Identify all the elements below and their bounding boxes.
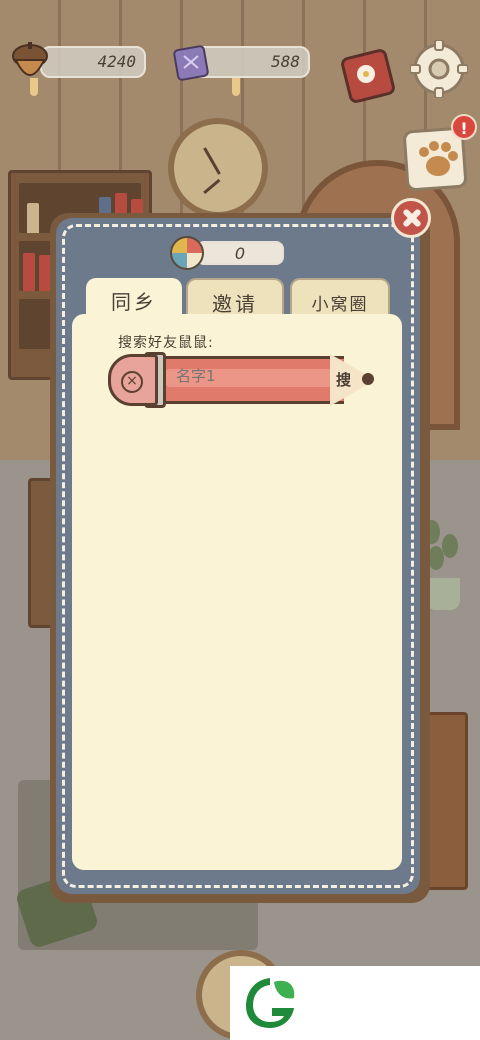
close-icon[interactable] — [391, 198, 431, 238]
tab-label: 小窝圈 — [311, 295, 369, 315]
tab-label: 同乡 — [111, 290, 157, 314]
pencil-lead — [362, 373, 374, 385]
clear-icon: × — [121, 371, 143, 393]
leaf-logo-icon — [246, 978, 295, 1028]
hanging-lamp — [30, 78, 38, 96]
clear-button[interactable]: × — [108, 354, 158, 406]
alert-badge: ! — [451, 114, 477, 140]
search-button[interactable]: 搜 — [336, 369, 351, 390]
gem-icon — [173, 45, 209, 81]
game-scene: 4240 588 ! 0 同乡 邀请 小窝圈 搜索好友鼠鼠: 名字1 搜 × — [0, 0, 480, 1040]
acorn-counter: 4240 — [40, 46, 146, 78]
leaf — [428, 546, 444, 570]
tab-hometown[interactable]: 同乡 — [86, 278, 182, 322]
plant-pot — [426, 578, 460, 610]
search-label: 搜索好友鼠鼠: — [118, 335, 214, 351]
hanging-lamp — [232, 78, 240, 96]
ball-count: 0 — [234, 244, 246, 263]
book-icon[interactable] — [340, 46, 398, 104]
wall-clock — [168, 118, 268, 218]
leaf — [442, 534, 458, 558]
clock-hand — [203, 178, 221, 195]
watermark — [230, 966, 480, 1040]
clock-hand — [203, 147, 221, 175]
search-input[interactable] — [176, 367, 326, 385]
pencil-body — [164, 356, 344, 404]
gear-icon[interactable] — [410, 40, 468, 98]
book — [23, 253, 35, 291]
book — [27, 203, 39, 233]
tab-label: 邀请 — [212, 292, 258, 316]
ball-counter: 0 — [196, 241, 284, 265]
acorn-count: 4240 — [97, 52, 136, 71]
search-bar: 搜 × — [108, 352, 378, 408]
gem-count: 588 — [271, 52, 300, 71]
ball-icon — [170, 236, 204, 270]
